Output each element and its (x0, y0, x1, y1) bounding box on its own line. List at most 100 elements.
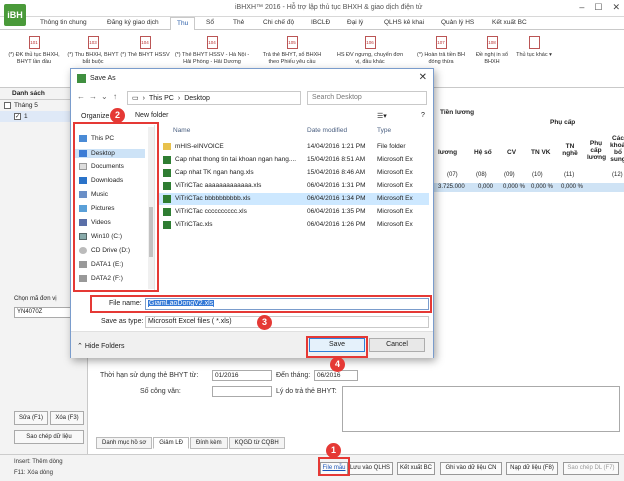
write-data-button[interactable]: Ghi vào dữ liệu CN (440, 462, 502, 475)
tab-dang-ky-giao-dich[interactable]: Đăng ký giao dịch (107, 19, 159, 26)
search-input[interactable]: Search Desktop (307, 91, 427, 105)
subtab-giam-ld[interactable]: Giảm LĐ (153, 437, 189, 449)
column-type[interactable]: Type (377, 127, 391, 134)
close-button[interactable]: ✕ (612, 2, 620, 13)
load-data-button[interactable]: Nạp dữ liệu (F8) (506, 462, 558, 475)
tab-thu[interactable]: Thu (170, 17, 196, 31)
ly-do-textarea[interactable] (342, 386, 620, 432)
checkbox[interactable] (4, 102, 11, 109)
tab-thong-tin-chung[interactable]: Thông tin chung (40, 19, 87, 26)
file-row[interactable]: ViTriCTac cccccccccc.xls 06/04/2016 1:35 … (159, 206, 429, 218)
cell-tn-nghe[interactable]: 0,000 % (561, 184, 583, 190)
address-bar[interactable]: ▭ › This PC › Desktop (127, 91, 301, 105)
annotation-box-nav (73, 122, 159, 292)
ribbon-button-label: (*) Hoàn trả tiền BH đóng thừa (417, 52, 465, 65)
tab-the[interactable]: Thẻ (233, 19, 244, 26)
file-name: ViTriCTac.xls (175, 221, 213, 228)
excel-file-icon (163, 182, 171, 190)
file-row-selected[interactable]: ViTriCTac bbbbbbbbbb.xls 06/04/2016 1:34 … (159, 193, 429, 205)
save-to-qlhs-button[interactable]: Lưu vào QLHS (347, 462, 393, 475)
address-row: ← → ⌄ ↑ ▭ › This PC › Desktop Search Des… (71, 88, 433, 108)
annotation-box-save (306, 336, 368, 358)
ribbon-button-107[interactable]: 107 (*) Hoàn trả tiền BH đóng thừa (412, 36, 470, 66)
so-cong-van-input[interactable] (212, 386, 272, 397)
checkbox[interactable]: ✓ (14, 113, 21, 120)
help-icon[interactable]: ? (421, 112, 425, 119)
dialog-close-button[interactable]: ✕ (419, 72, 427, 83)
ribbon-button-101[interactable]: 101 (*) ĐK thủ tục BHXH, BHYT lần đầu (4, 36, 64, 66)
cell-tnvk[interactable]: 0,000 % (531, 184, 553, 190)
ribbon-button-other[interactable]: Thủ tục khác ▾ (514, 36, 554, 59)
export-report-button[interactable]: Kết xuất BC (397, 462, 435, 475)
subtab-kqgd[interactable]: KQGD từ CQBH (228, 437, 285, 449)
tab-quan-ly-hs[interactable]: Quản lý HS (441, 19, 474, 26)
cancel-button[interactable]: Cancel (369, 338, 425, 352)
hide-folders-toggle[interactable]: ⌃ Hide Folders (77, 342, 125, 350)
file-row[interactable]: mHIS-eINVOICE 14/04/2016 1:21 PM File fold… (159, 141, 429, 153)
file-row[interactable]: ViTriCTac.xls 06/04/2016 1:26 PM Microsoft… (159, 219, 429, 231)
document-icon: 104 (206, 36, 218, 49)
excel-icon (77, 73, 86, 83)
up-arrow-icon[interactable]: ↑ (113, 92, 117, 101)
ribbon-button-label: (*) ĐK thủ tục BHXH, BHYT lần đầu (8, 52, 60, 65)
file-type: Microsoft Ex (377, 169, 413, 176)
header-he-so: Hệ số (474, 149, 492, 156)
ribbon-button-label: (*) Thu BHXH, BHYT bắt buộc (67, 52, 119, 65)
folder-icon (163, 143, 171, 150)
header-tnvk: TN VK (531, 149, 551, 156)
tab-chi-che-do[interactable]: Chi chế độ (263, 19, 294, 26)
ribbon-button-105[interactable]: 105 Trả thẻ BHYT, sổ BHXH theo Phiếu yêu … (258, 36, 326, 66)
ribbon-button-106[interactable]: 106 HS ĐV ngưng, chuyển đơn vị, đầu khác (334, 36, 406, 66)
new-folder-button[interactable]: New folder (135, 112, 168, 119)
tab-ibcld[interactable]: IBCLĐ (311, 19, 330, 26)
valid-to-label: Đến tháng: (276, 372, 311, 379)
edit-button[interactable]: Sửa (F1) (14, 411, 48, 425)
ribbon-button-104[interactable]: 104 (*) Thẻ BHYT HSSV (115, 36, 175, 59)
ribbon-button-103[interactable]: 103 (*) Thu BHXH, BHYT bắt buộc (63, 36, 123, 66)
forward-arrow-icon[interactable]: → (89, 92, 97, 101)
annotation-badge-3: 3 (257, 315, 272, 330)
valid-from-input[interactable]: 01/2016 (212, 370, 272, 381)
subtab-dinh-kem[interactable]: Đính kèm (189, 437, 228, 449)
back-arrow-icon[interactable]: ← (77, 92, 85, 101)
cell-luong[interactable]: 3.725.000 (438, 184, 465, 190)
file-name: ViTriCTac aaaaaaaaaaaaa.xls (175, 182, 262, 189)
tab-dai-ly[interactable]: Đại lý (347, 19, 363, 26)
breadcrumb-desktop[interactable]: Desktop (184, 95, 210, 102)
file-date: 14/04/2016 1:21 PM (307, 143, 366, 150)
tab-ket-xuat-bc[interactable]: Kết xuất BC (492, 19, 527, 26)
save-type-select[interactable]: Microsoft Excel files ( *.xls) (145, 316, 429, 328)
index-12: (12) (612, 172, 623, 178)
minimize-button[interactable]: – (579, 2, 584, 13)
file-date: 06/04/2016 1:26 PM (307, 221, 366, 228)
column-name[interactable]: Name (173, 127, 190, 134)
copy-dl-button[interactable]: Sao chép DL (F7) (563, 462, 619, 475)
copy-data-button[interactable]: Sao chép dữ liệu (14, 430, 84, 444)
dialog-titlebar: Save As (71, 69, 433, 87)
annotation-box-file-mau (318, 457, 350, 476)
file-row[interactable]: Cap nhat thong tin tai khoan ngan hang..… (159, 154, 429, 166)
file-row[interactable]: Cap nhat TK ngan hang.xls 15/04/2016 8:46… (159, 167, 429, 179)
file-row[interactable]: ViTriCTac aaaaaaaaaaaaa.xls 06/04/2016 1:… (159, 180, 429, 192)
recent-chevron-icon[interactable]: ⌄ (101, 92, 108, 101)
breadcrumb-this-pc[interactable]: This PC (149, 95, 174, 102)
tab-so[interactable]: Sổ (206, 19, 214, 26)
ribbon-button-108[interactable]: 108 Đề nghị in sổ BHXH (468, 36, 516, 66)
ribbon-button-104-hn[interactable]: 104 (*) Thẻ BHYT HSSV - Hà Nội - Hải Phòn… (174, 36, 250, 66)
column-date-modified[interactable]: Date modified (307, 127, 347, 134)
header-tien-luong: Tiền lương (440, 109, 475, 116)
subtab-danh-muc-ho-so[interactable]: Danh mục hồ sơ (96, 437, 153, 449)
view-options-icon[interactable]: ☰▾ (377, 112, 387, 120)
document-icon: 103 (87, 36, 99, 49)
excel-file-icon (163, 195, 171, 203)
maximize-button[interactable]: ☐ (594, 2, 602, 13)
header-phu-cap: Phụ cấp (550, 119, 576, 126)
delete-button[interactable]: Xóa (F3) (50, 411, 84, 425)
header-phu-cap-luong: Phụ cấp lương (587, 140, 607, 161)
subtabs: Danh mục hồ sơ Giảm LĐ Đính kèm KQGD từ … (96, 437, 286, 449)
status-bar: Insert: Thêm dòng F11: Xóa dòng File mẫu… (0, 454, 624, 481)
ribbon-button-label: Trả thẻ BHYT, sổ BHXH theo Phiếu yêu cầu (262, 52, 322, 65)
cell-cv[interactable]: 0,000 % (503, 184, 525, 190)
cell-he-so[interactable]: 0,000 (478, 184, 493, 190)
tab-qlhs-ke-khai[interactable]: QLHS kê khai (384, 19, 424, 26)
